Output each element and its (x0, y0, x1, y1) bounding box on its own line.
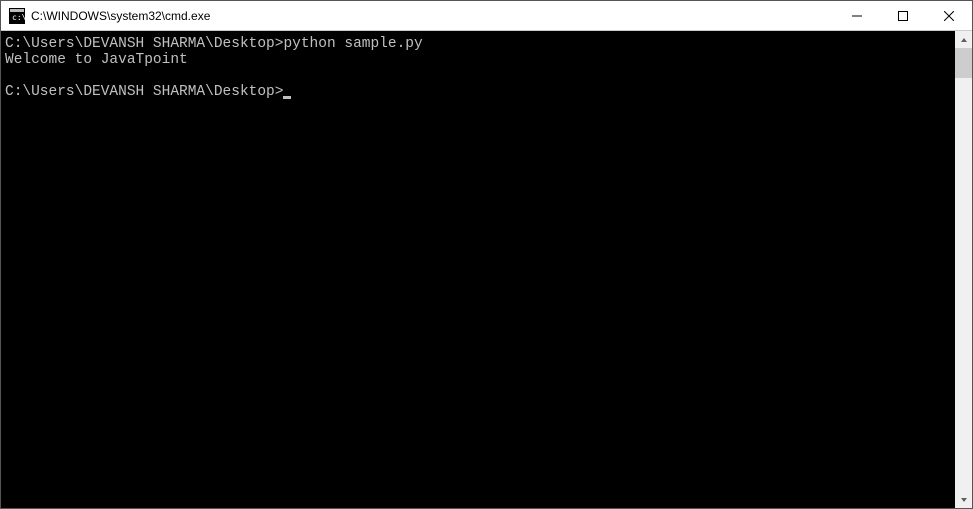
minimize-button[interactable] (834, 1, 880, 30)
output-line (5, 68, 951, 84)
terminal-line: C:\Users\DEVANSH SHARMA\Desktop> (5, 84, 951, 100)
cmd-window: c:\ C:\WINDOWS\system32\cmd.exe C:\Users… (0, 0, 973, 509)
terminal-area: C:\Users\DEVANSH SHARMA\Desktop>python s… (1, 31, 972, 508)
output-line: Welcome to JavaTpoint (5, 52, 951, 68)
cursor (283, 96, 291, 99)
window-controls (834, 1, 972, 30)
window-title: C:\WINDOWS\system32\cmd.exe (31, 9, 834, 23)
terminal-output[interactable]: C:\Users\DEVANSH SHARMA\Desktop>python s… (1, 31, 955, 508)
scroll-down-button[interactable] (955, 491, 972, 508)
close-button[interactable] (926, 1, 972, 30)
scroll-thumb[interactable] (955, 48, 972, 78)
prompt: C:\Users\DEVANSH SHARMA\Desktop> (5, 84, 283, 100)
titlebar[interactable]: c:\ C:\WINDOWS\system32\cmd.exe (1, 1, 972, 31)
svg-text:c:\: c:\ (12, 13, 25, 22)
prompt: C:\Users\DEVANSH SHARMA\Desktop> (5, 36, 283, 52)
cmd-icon: c:\ (9, 8, 25, 24)
command-text: python sample.py (283, 36, 422, 52)
terminal-line: C:\Users\DEVANSH SHARMA\Desktop>python s… (5, 36, 951, 52)
scroll-up-button[interactable] (955, 31, 972, 48)
maximize-button[interactable] (880, 1, 926, 30)
vertical-scrollbar[interactable] (955, 31, 972, 508)
scroll-track[interactable] (955, 48, 972, 491)
